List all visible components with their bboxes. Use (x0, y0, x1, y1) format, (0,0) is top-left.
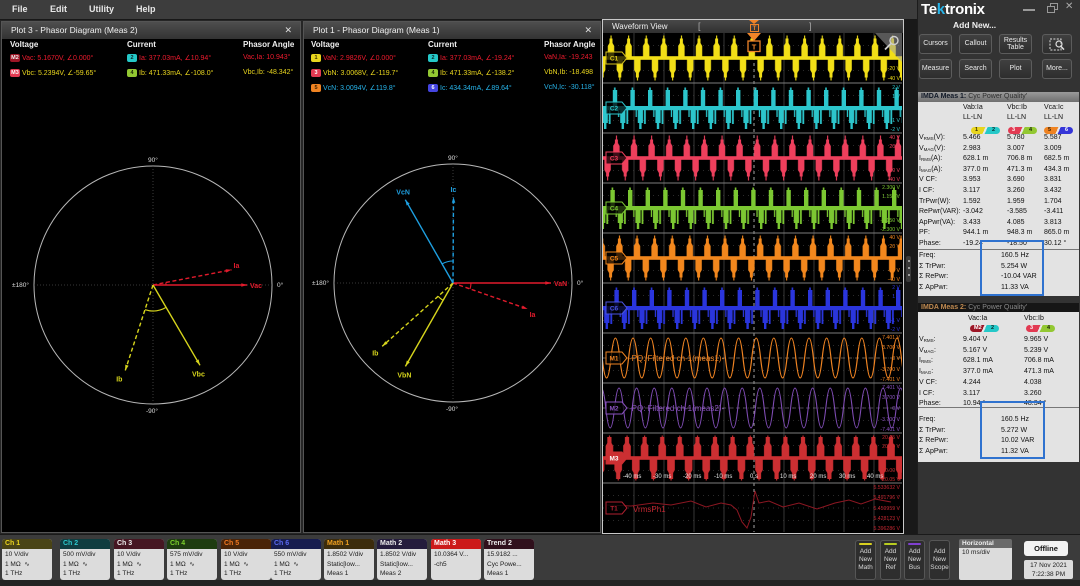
svg-text:-40 ms: -40 ms (623, 474, 641, 480)
svg-text:-1.150 V: -1.150 V (880, 218, 900, 224)
svg-text:2 V: 2 V (892, 285, 900, 291)
svg-text:-7.401 V: -7.401 V (880, 427, 900, 433)
svg-text:-40 V: -40 V (888, 76, 901, 82)
svg-text:5.533632 V: 5.533632 V (873, 485, 900, 491)
svg-text:±180°: ±180° (312, 279, 329, 287)
svg-text:C2: C2 (610, 106, 619, 113)
svg-text:-3.700 V: -3.700 V (880, 367, 900, 373)
svg-text:C3: C3 (610, 156, 619, 163)
svg-text:90°: 90° (448, 154, 458, 162)
svg-text:-3.700 V: -3.700 V (880, 417, 900, 423)
svg-text:Vbc: Vbc (192, 371, 205, 378)
svg-text:20 V: 20 V (889, 244, 900, 250)
svg-text:2.300 V: 2.300 V (882, 185, 900, 191)
svg-text:5.459959 V: 5.459959 V (873, 506, 900, 512)
svg-text:0°: 0° (577, 279, 584, 287)
svg-text:±180°: ±180° (12, 281, 29, 289)
svg-text:40 V: 40 V (889, 235, 900, 241)
svg-text:30 ms: 30 ms (839, 474, 855, 480)
svg-text:0 s: 0 s (750, 474, 758, 480)
svg-text:-1 V: -1 V (890, 118, 900, 124)
svg-text:Ib: Ib (372, 350, 378, 357)
svg-text:-20.00 V: -20.00 V (880, 468, 900, 474)
svg-text:-20.05 V: -20.05 V (880, 477, 900, 483)
svg-text:-30 ms: -30 ms (653, 474, 671, 480)
svg-text:-PQ: Filtered ch-1(meas2)-: -PQ: Filtered ch-1(meas2)- (629, 404, 724, 413)
svg-text:-40 V: -40 V (888, 277, 901, 283)
svg-text:-2 V: -2 V (890, 127, 900, 133)
svg-text:Ib: Ib (116, 377, 122, 384)
svg-text:Ia: Ia (530, 312, 536, 319)
svg-text:T1: T1 (610, 506, 618, 513)
svg-text:C5: C5 (610, 256, 619, 263)
svg-text:-10 ms: -10 ms (714, 474, 732, 480)
svg-text:2 V: 2 V (892, 85, 900, 91)
svg-text:Ia: Ia (234, 263, 240, 270)
svg-text:20.00 V: 20.00 V (882, 444, 900, 450)
svg-text:5.428123 V: 5.428123 V (873, 516, 900, 522)
svg-text:5.491796 V: 5.491796 V (873, 495, 900, 501)
svg-text:-20 V: -20 V (888, 66, 901, 72)
svg-text:-20 ms: -20 ms (683, 474, 701, 480)
svg-text:-40 V: -40 V (888, 177, 901, 183)
svg-text:VcN: VcN (396, 190, 410, 197)
svg-text:Ic: Ic (451, 187, 457, 194)
svg-text:1 V: 1 V (892, 294, 900, 300)
svg-text:-20 V: -20 V (888, 268, 901, 274)
svg-text:M1: M1 (609, 356, 618, 363)
svg-text:-90°: -90° (146, 407, 158, 415)
svg-text:20 ms: 20 ms (810, 474, 826, 480)
svg-text:10 ms: 10 ms (780, 474, 796, 480)
svg-text:5.396286 V: 5.396286 V (873, 526, 900, 532)
svg-text:7.401 V: 7.401 V (882, 385, 900, 391)
svg-text:T: T (752, 43, 757, 52)
svg-text:7.401 V: 7.401 V (882, 335, 900, 341)
svg-text:-2.300 V: -2.300 V (880, 227, 900, 233)
svg-text:C1: C1 (610, 56, 619, 63)
svg-text:0°: 0° (277, 281, 284, 289)
svg-text:-90°: -90° (446, 405, 458, 413)
svg-text:90°: 90° (148, 156, 158, 164)
svg-text:3.700 V: 3.700 V (882, 395, 900, 401)
svg-text:-7.401 V: -7.401 V (880, 377, 900, 383)
svg-text:1 V: 1 V (892, 94, 900, 100)
svg-text:C4: C4 (610, 206, 619, 213)
svg-text:C6: C6 (610, 306, 619, 313)
svg-text:VbN: VbN (397, 372, 411, 379)
svg-text:-PQ: Filtered ch-1(meas1)-: -PQ: Filtered ch-1(meas1)- (629, 354, 724, 363)
svg-text:VaN: VaN (554, 281, 567, 288)
svg-text:VrmsPh1: VrmsPh1 (633, 505, 666, 514)
svg-text:40 V: 40 V (889, 135, 900, 141)
svg-text:M3: M3 (609, 456, 618, 463)
svg-text:20 V: 20 V (889, 144, 900, 150)
svg-text:3.700 V: 3.700 V (882, 345, 900, 351)
svg-text:1.150 V: 1.150 V (882, 194, 900, 200)
svg-text:20.05 V: 20.05 V (882, 435, 900, 441)
svg-text:0 V: 0 V (892, 406, 900, 412)
svg-text:-2 V: -2 V (890, 327, 900, 333)
svg-text:Vac: Vac (250, 283, 262, 290)
svg-text:M2: M2 (609, 406, 618, 413)
svg-text:-20 V: -20 V (888, 168, 901, 174)
svg-text:-1 V: -1 V (890, 318, 900, 324)
svg-text:0 V: 0 V (892, 356, 900, 362)
